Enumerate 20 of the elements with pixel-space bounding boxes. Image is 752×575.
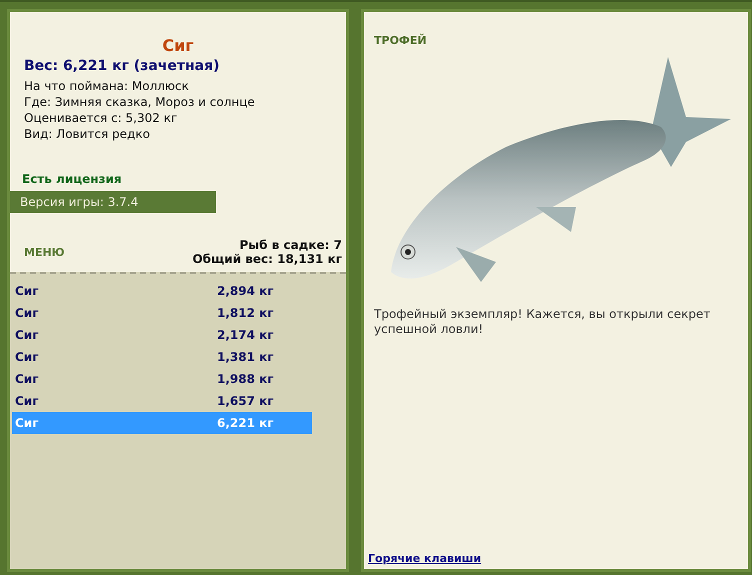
fish-detail: Оценивается с: 5,302 кг: [24, 110, 178, 126]
fish-row[interactable]: Сиг 1,381 кг: [12, 346, 312, 368]
fish-row[interactable]: Сиг 2,174 кг: [12, 324, 312, 346]
fish-detail: На что поймана: Моллюск: [24, 78, 190, 94]
fish-row[interactable]: Сиг 1,812 кг: [12, 302, 312, 324]
version-bar: Версия игры: 3.7.4: [10, 191, 216, 213]
keepnet-stat: Общий вес: 18,131 кг: [192, 252, 342, 266]
trophy-heading: ТРОФЕЙ: [374, 34, 428, 47]
trophy-message: Трофейный экземпляр! Кажется, вы открыли секрет успешной ловли!: [374, 307, 712, 337]
fish-row[interactable]: Сиг 2,894 кг: [12, 280, 312, 302]
license-status: Есть лицензия: [22, 172, 123, 186]
hotkeys-link[interactable]: Горячие клавиши: [368, 552, 482, 565]
fish-row[interactable]: Сиг 1,988 кг: [12, 368, 312, 390]
fish-title: Сиг: [162, 36, 194, 55]
keepnet-stat: Рыб в садке: 7: [240, 238, 342, 252]
fish-weight: Вес: 6,221 кг (зачетная): [24, 58, 220, 74]
fish-detail: Вид: Ловится редко: [24, 126, 151, 142]
fish-row[interactable]: Сиг 1,657 кг: [12, 390, 312, 412]
menu-heading[interactable]: МЕНЮ: [24, 246, 65, 258]
fish-detail: Где: Зимняя сказка, Мороз и солнце: [24, 94, 256, 110]
